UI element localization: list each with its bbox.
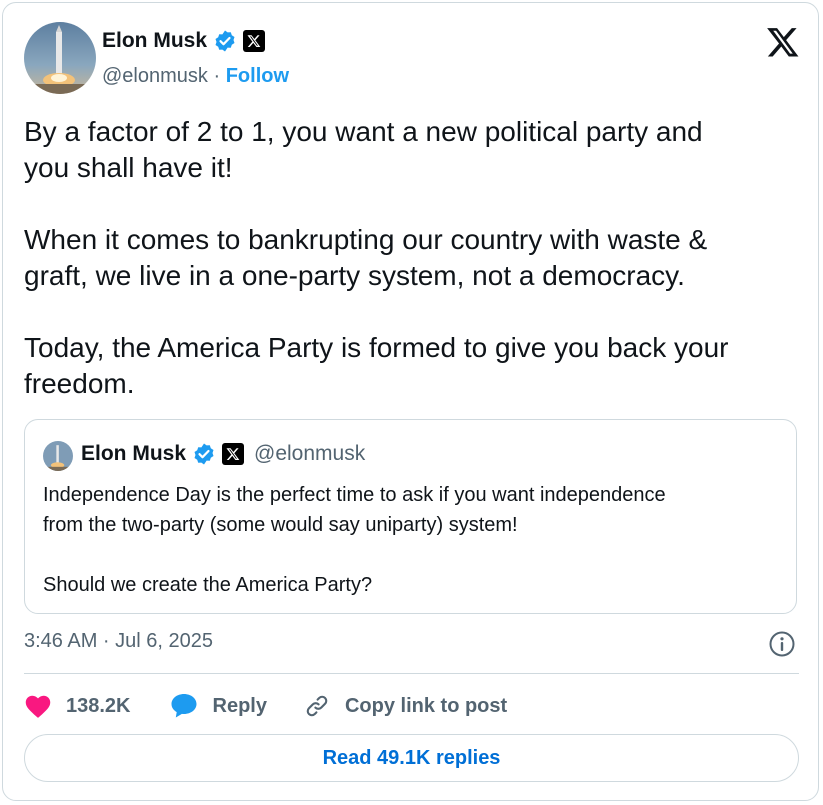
handle-row: @elonmusk · Follow xyxy=(102,65,289,88)
reply-label: Reply xyxy=(212,694,267,717)
link-icon xyxy=(303,692,331,720)
heart-icon xyxy=(24,693,52,719)
x-affiliate-icon xyxy=(222,443,245,465)
x-affiliate-icon xyxy=(243,30,266,52)
action-bar: 138.2K Reply Copy link to post xyxy=(24,689,507,723)
verified-badge-icon xyxy=(192,442,216,466)
speech-bubble-icon xyxy=(169,692,199,720)
post-timestamp[interactable]: 3:46 AM · Jul 6, 2025 xyxy=(24,630,213,653)
author-name[interactable]: Elon Musk xyxy=(102,29,207,53)
quoted-author-avatar xyxy=(43,441,73,471)
follow-link[interactable]: Follow xyxy=(226,65,289,87)
author-row: Elon Musk xyxy=(102,29,266,53)
quoted-author-handle: @elonmusk xyxy=(254,442,366,465)
quoted-post-text: Independence Day is the perfect time to … xyxy=(43,484,666,596)
verified-badge-icon xyxy=(213,29,237,53)
quoted-author-name: Elon Musk xyxy=(81,442,187,465)
info-icon[interactable] xyxy=(768,630,796,658)
author-handle[interactable]: @elonmusk xyxy=(102,65,208,87)
quoted-post[interactable]: Elon Musk @elonmusk Independence Day is … xyxy=(24,419,797,614)
divider xyxy=(24,673,799,674)
x-logo-icon[interactable] xyxy=(766,25,800,59)
quoted-author-row: Elon Musk @elonmusk xyxy=(81,442,365,466)
read-replies-label: Read 49.1K replies xyxy=(322,746,501,769)
post-text: By a factor of 2 to 1, you want a new po… xyxy=(24,116,729,399)
copy-link-label: Copy link to post xyxy=(344,694,508,717)
copy-link-button[interactable]: Copy link to post xyxy=(303,692,507,720)
author-avatar[interactable] xyxy=(24,22,96,94)
separator: · xyxy=(213,65,221,87)
read-replies-button[interactable]: Read 49.1K replies xyxy=(24,734,799,782)
embedded-post-card: Elon Musk @elonmusk · Follow By a factor… xyxy=(2,2,819,801)
like-count: 138.2K xyxy=(66,694,131,717)
reply-button[interactable]: Reply xyxy=(169,692,267,720)
like-button[interactable]: 138.2K xyxy=(24,693,131,719)
